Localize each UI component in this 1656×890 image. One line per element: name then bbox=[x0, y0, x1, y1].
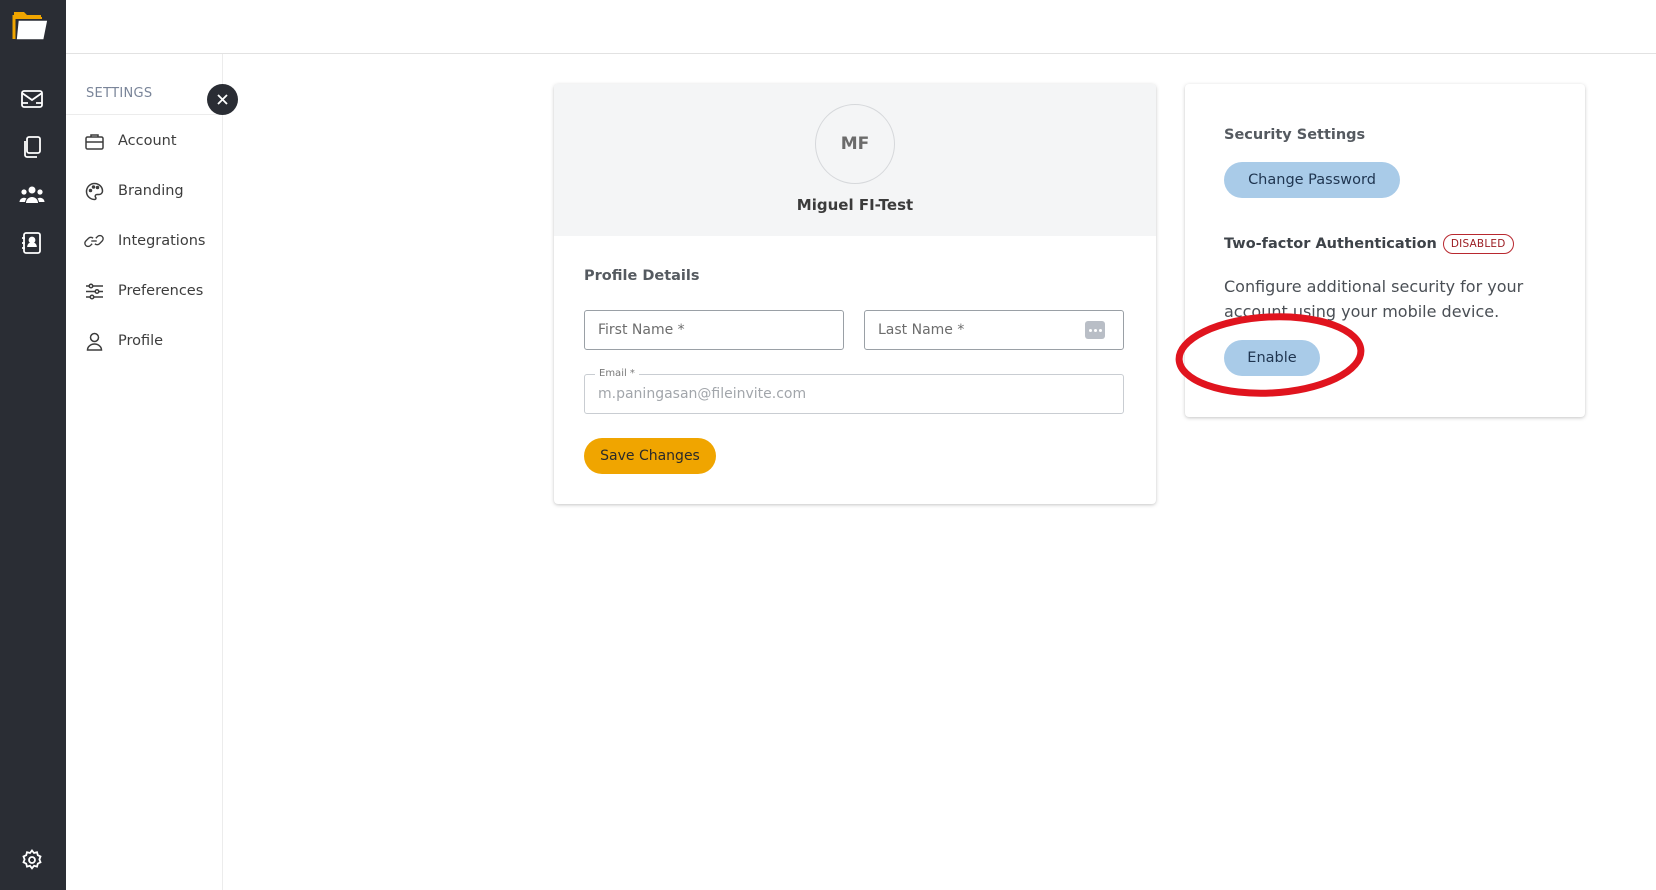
gear-icon[interactable] bbox=[17, 845, 47, 875]
email-value: m.paningasan@fileinvite.com bbox=[598, 386, 807, 402]
avatar: MF bbox=[815, 104, 895, 184]
profile-card: MF Miguel FI-Test Profile Details First … bbox=[554, 84, 1156, 504]
change-password-button[interactable]: Change Password bbox=[1224, 162, 1400, 198]
sidebar-item-integrations[interactable]: Integrations bbox=[84, 226, 219, 256]
sidebar-item-label: Profile bbox=[118, 333, 164, 349]
sidebar-item-label: Branding bbox=[118, 183, 184, 199]
status-badge: DISABLED bbox=[1442, 234, 1514, 254]
sidebar-item-branding[interactable]: Branding bbox=[84, 176, 219, 206]
documents-icon[interactable] bbox=[17, 132, 47, 162]
first-name-placeholder: First Name * bbox=[598, 322, 685, 338]
link-icon bbox=[84, 231, 104, 251]
security-card: Security Settings Change Password Two-fa… bbox=[1185, 84, 1585, 417]
sidebar-item-label: Account bbox=[118, 133, 177, 149]
contacts-book-icon[interactable] bbox=[17, 228, 47, 258]
app-rail bbox=[0, 0, 66, 890]
folder-logo-icon[interactable] bbox=[12, 8, 52, 42]
last-name-field[interactable]: Last Name * bbox=[864, 310, 1124, 350]
sidebar-item-account[interactable]: Account bbox=[84, 126, 219, 156]
sidebar-item-label: Preferences bbox=[118, 283, 204, 299]
profile-name: Miguel FI-Test bbox=[796, 196, 914, 214]
sidebar-item-label: Integrations bbox=[118, 233, 206, 249]
top-bar bbox=[66, 0, 1656, 54]
user-icon bbox=[84, 331, 104, 351]
email-label: Email * bbox=[595, 368, 639, 379]
close-settings-button[interactable] bbox=[207, 84, 238, 115]
security-settings-title: Security Settings bbox=[1224, 127, 1366, 143]
password-manager-icon[interactable] bbox=[1085, 321, 1105, 339]
sidebar-item-preferences[interactable]: Preferences bbox=[84, 276, 219, 306]
profile-header: MF Miguel FI-Test bbox=[554, 84, 1156, 236]
settings-title: SETTINGS bbox=[86, 86, 153, 101]
save-changes-button[interactable]: Save Changes bbox=[584, 438, 716, 474]
tfa-header: Two-factor Authentication DISABLED bbox=[1224, 234, 1514, 254]
inbox-mail-icon[interactable] bbox=[17, 84, 47, 114]
email-field[interactable]: Email * m.paningasan@fileinvite.com bbox=[584, 368, 1124, 414]
sidebar-item-profile[interactable]: Profile bbox=[84, 326, 219, 356]
briefcase-icon bbox=[84, 131, 104, 151]
settings-sidebar: SETTINGS Account Branding Integrations P… bbox=[66, 54, 223, 890]
close-icon bbox=[217, 90, 228, 109]
enable-tfa-button[interactable]: Enable bbox=[1224, 340, 1320, 376]
divider bbox=[66, 114, 223, 115]
last-name-placeholder: Last Name * bbox=[878, 322, 965, 338]
profile-details-title: Profile Details bbox=[584, 268, 700, 284]
sliders-icon bbox=[84, 281, 104, 301]
first-name-field[interactable]: First Name * bbox=[584, 310, 844, 350]
palette-icon bbox=[84, 181, 104, 201]
tfa-label: Two-factor Authentication bbox=[1224, 236, 1437, 252]
people-group-icon[interactable] bbox=[17, 180, 47, 210]
tfa-description: Configure additional security for your a… bbox=[1224, 277, 1524, 321]
